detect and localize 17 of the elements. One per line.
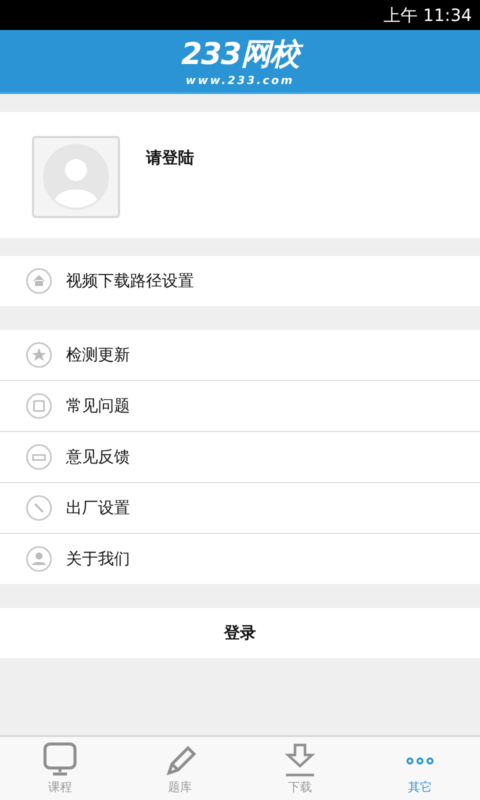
person-icon — [26, 546, 52, 572]
logo-text: 233网校 — [177, 36, 303, 74]
login-button[interactable]: 登录 — [0, 608, 480, 658]
home-icon — [26, 268, 52, 294]
status-time: 上午 11:34 — [384, 4, 472, 26]
menu-item[interactable]: 出厂设置 — [0, 482, 480, 533]
menu-item[interactable]: 视频下载路径设置 — [0, 256, 480, 306]
menu-item[interactable]: 常见问题 — [0, 380, 480, 431]
menu-item[interactable]: 意见反馈 — [0, 431, 480, 482]
person-silhouette-icon — [43, 144, 109, 210]
menu-item[interactable]: 检测更新 — [0, 330, 480, 380]
monitor-icon — [41, 741, 79, 777]
menu-item[interactable]: 关于我们 — [0, 533, 480, 584]
dots-icon — [406, 757, 434, 765]
login-prompt[interactable]: 请登陆 — [146, 148, 194, 169]
avatar-placeholder[interactable] — [32, 136, 120, 218]
logo-url: www.233.com — [186, 74, 294, 86]
